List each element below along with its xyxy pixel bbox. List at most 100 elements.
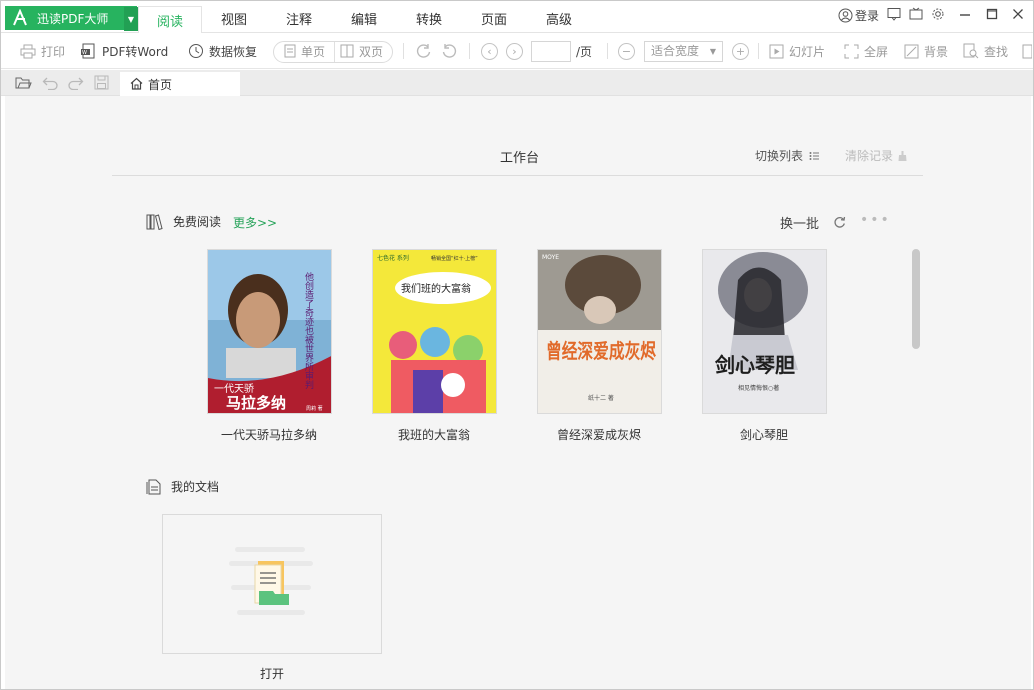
background-label: 背景	[924, 44, 949, 59]
refresh-icon	[834, 216, 846, 228]
open-folder-icon[interactable]	[15, 75, 32, 90]
svg-text:我们班的大富翁: 我们班的大富翁	[401, 282, 471, 295]
app-window: 迅读PDF大师 ▼ 阅读 视图 注释 编辑 转换 页面 高级 登录 打印 W P…	[0, 0, 1034, 690]
svg-text:W: W	[82, 50, 87, 56]
data-recovery-button[interactable]: 数据恢复	[188, 41, 257, 61]
minimize-icon	[960, 14, 970, 16]
skin-button[interactable]	[909, 7, 923, 21]
book-cover-image: 剑心琴胆 相见情悔恨○著	[703, 250, 826, 413]
background-button[interactable]: 背景	[904, 41, 948, 61]
free-reading-header: 免费阅读	[146, 213, 221, 230]
book-title[interactable]: 一代天骄马拉多纳	[189, 426, 349, 443]
app-name: 迅读PDF大师	[37, 11, 109, 26]
book-cover-ashes[interactable]: MOYE 曾经深爱成灰烬 纸十二 著	[537, 249, 662, 414]
menu-annotate[interactable]: 注释	[279, 6, 319, 30]
find-label: 查找	[984, 44, 1009, 59]
save-icon[interactable]	[94, 75, 109, 90]
brand-dropdown-arrow-icon[interactable]: ▼	[124, 7, 138, 31]
app-brand-button[interactable]: 迅读PDF大师	[5, 6, 137, 30]
chevron-left-icon: ‹	[487, 45, 492, 58]
pdf-to-word-button[interactable]: W PDF转Word	[81, 41, 168, 61]
menu-advanced[interactable]: 高级	[539, 6, 579, 30]
zoom-out-button[interactable]: −	[618, 43, 635, 60]
minus-icon: −	[621, 45, 632, 58]
book-cover-sword-heart[interactable]: 剑心琴胆 相见情悔恨○著	[702, 249, 827, 414]
svg-text:马拉多纳: 马拉多纳	[226, 394, 286, 412]
toolbar-overflow-button[interactable]	[1022, 41, 1034, 61]
book-title[interactable]: 我班的大富翁	[354, 426, 514, 443]
background-icon	[904, 44, 919, 58]
single-page-icon	[284, 44, 296, 58]
book-cover-image: 七色花 系列 畅销全国“红十·上榜” 我们班的大富翁	[373, 250, 496, 413]
search-icon	[963, 43, 979, 59]
my-docs-header: 我的文档	[146, 478, 219, 495]
prev-page-button[interactable]: ‹	[481, 43, 498, 60]
menu-view[interactable]: 视图	[214, 6, 254, 30]
pdf-to-word-label: PDF转Word	[102, 44, 169, 59]
svg-text:相见情悔恨○著: 相见情悔恨○著	[738, 384, 779, 392]
undo-icon[interactable]	[42, 75, 59, 90]
page-number-input[interactable]	[531, 41, 571, 62]
open-file-card[interactable]	[162, 514, 382, 654]
printer-icon	[20, 44, 36, 58]
chevron-right-icon: ›	[512, 45, 517, 58]
double-page-label: 双页	[359, 44, 384, 59]
double-page-button[interactable]: 双页	[340, 41, 383, 61]
word-doc-icon: W	[81, 43, 95, 59]
broom-icon	[898, 150, 907, 161]
svg-text:剑心琴胆: 剑心琴胆	[714, 353, 795, 377]
change-batch-button[interactable]: 换一批	[780, 213, 846, 232]
settings-button[interactable]	[931, 7, 945, 21]
rotate-right-button[interactable]	[415, 41, 437, 61]
toolbar-separator	[403, 43, 404, 59]
free-reading-title: 免费阅读	[173, 215, 222, 229]
open-file-label[interactable]: 打开	[162, 665, 382, 682]
close-icon	[1013, 9, 1023, 19]
more-tools-icon	[1022, 44, 1032, 58]
more-link[interactable]: 更多>>	[233, 214, 277, 231]
book-title[interactable]: 曾经深爱成灰烬	[519, 426, 679, 443]
find-button[interactable]: 查找	[963, 41, 1008, 61]
redo-icon[interactable]	[67, 75, 84, 90]
zoom-in-button[interactable]: +	[732, 43, 749, 60]
fullscreen-label: 全屏	[864, 44, 889, 59]
slideshow-button[interactable]: 幻灯片	[769, 41, 825, 61]
clear-records-button[interactable]: 清除记录	[845, 147, 907, 164]
books-icon	[146, 213, 163, 230]
zoom-select[interactable]: 适合宽度 ▼	[644, 41, 723, 62]
next-page-button[interactable]: ›	[506, 43, 523, 60]
book-title[interactable]: 剑心琴胆	[684, 426, 844, 443]
menu-edit[interactable]: 编辑	[344, 6, 384, 30]
switch-list-button[interactable]: 切换列表	[755, 147, 820, 164]
menu-convert[interactable]: 转换	[409, 6, 449, 30]
tab-home[interactable]: 首页	[120, 72, 240, 96]
svg-text:曾经深爱成灰烬: 曾经深爱成灰烬	[546, 339, 657, 363]
book-cover-rich-classmate[interactable]: 七色花 系列 畅销全国“红十·上榜” 我们班的大富翁	[372, 249, 497, 414]
maximize-button[interactable]	[986, 7, 998, 21]
svg-text:周莉 著: 周莉 著	[306, 405, 323, 412]
print-button[interactable]: 打印	[20, 41, 65, 61]
more-options-icon[interactable]: •••	[860, 212, 891, 228]
feedback-button[interactable]	[887, 7, 901, 21]
fullscreen-button[interactable]: 全屏	[844, 41, 888, 61]
login-button[interactable]: 登录	[838, 7, 879, 24]
home-workspace: 工作台 切换列表 清除记录 免费阅读 更多>> 换一批 ••• 他创造了奇迹也被…	[5, 96, 1031, 689]
svg-text:七色花 系列: 七色花 系列	[377, 254, 409, 262]
single-page-button[interactable]: 单页	[284, 41, 325, 61]
menu-page[interactable]: 页面	[474, 6, 514, 30]
menu-read[interactable]: 阅读	[138, 6, 202, 34]
close-button[interactable]	[1012, 7, 1024, 21]
rotate-counterclockwise-icon	[442, 43, 457, 58]
list-view-icon	[809, 151, 820, 160]
rotate-left-button[interactable]	[441, 41, 463, 61]
switch-list-label: 切换列表	[755, 149, 804, 163]
book-cover-maradona[interactable]: 他创造了奇迹也被世界所审判 一代天骄 马拉多纳 周莉 著	[207, 249, 332, 414]
scrollbar-thumb[interactable]	[912, 249, 920, 349]
minimize-button[interactable]	[959, 7, 971, 21]
workspace-title: 工作台	[500, 151, 540, 166]
plus-icon: +	[735, 45, 746, 58]
svg-text:畅销全国“红十·上榜”: 畅销全国“红十·上榜”	[431, 255, 478, 262]
toolbar: 打印 W PDF转Word 数据恢复 单页 双页 ‹ › /页 − 适合宽度 ▼…	[1, 33, 1033, 69]
double-page-icon	[340, 44, 354, 58]
document-icon	[146, 479, 161, 494]
